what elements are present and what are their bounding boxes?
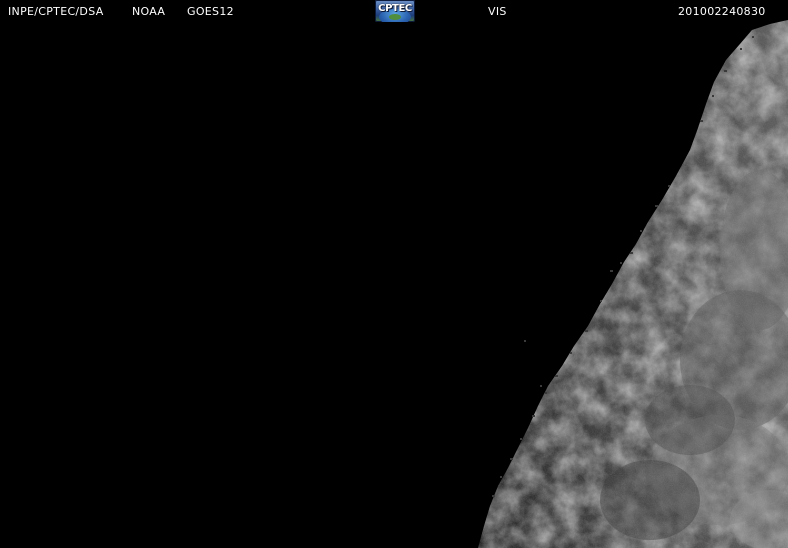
earth-disk-limb bbox=[478, 20, 788, 548]
timestamp-label: 201002240830 bbox=[678, 5, 766, 18]
logo-text: CPTEC bbox=[378, 3, 412, 14]
satellite-label: GOES12 bbox=[187, 5, 234, 18]
channel-label: VIS bbox=[488, 5, 507, 18]
agency-label: NOAA bbox=[132, 5, 166, 18]
cptec-logo: CPTEC bbox=[375, 0, 415, 22]
organization-label: INPE/CPTEC/DSA bbox=[8, 5, 104, 18]
satellite-image bbox=[0, 0, 788, 548]
